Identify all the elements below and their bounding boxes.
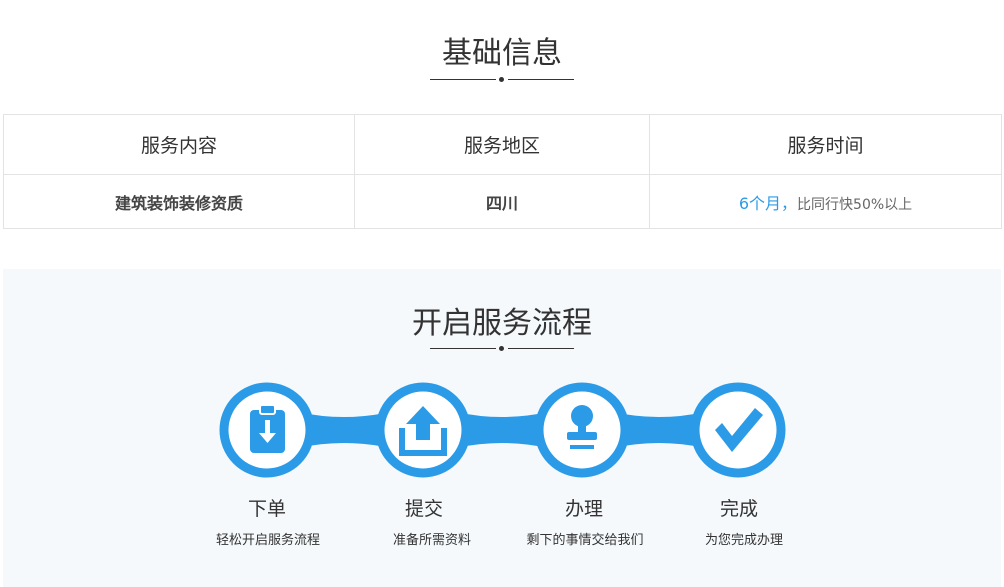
step-desc-process: 剩下的事情交给我们 [526, 533, 644, 548]
cell-service-region: 四川 [354, 174, 650, 229]
section-title-basic-info: 基础信息 [442, 36, 562, 71]
step-title-order: 下单 [247, 498, 286, 520]
step-title-process: 办理 [564, 498, 603, 520]
table-header-row: 服务内容 服务地区 服务时间 [3, 114, 1002, 175]
stamp-icon [534, 382, 630, 478]
cell-service-content: 建筑装饰装修资质 [3, 174, 355, 229]
title-divider [430, 76, 574, 84]
period-rest: 比同行快50%以上 [797, 196, 913, 213]
step-desc-order: 轻松开启服务流程 [215, 533, 320, 548]
cell-service-time: 6个月，比同行快50%以上 [649, 174, 1002, 229]
period-highlight: 6个月， [738, 193, 798, 213]
section-title-process: 开启服务流程 [412, 306, 592, 341]
checkmark-icon [690, 382, 786, 478]
header-service-region: 服务地区 [354, 114, 650, 175]
process-flow-graphic [219, 382, 786, 478]
service-info-table: 服务内容 服务地区 服务时间 建筑装饰装修资质 四川 6个月，比同行快50%以上 [3, 114, 1002, 229]
upload-icon [375, 382, 471, 478]
step-title-submit: 提交 [404, 498, 443, 520]
header-service-time: 服务时间 [649, 114, 1002, 175]
table-row: 建筑装饰装修资质 四川 6个月，比同行快50%以上 [3, 174, 1002, 229]
header-service-content: 服务内容 [3, 114, 355, 175]
step-desc-complete: 为您完成办理 [704, 533, 783, 548]
clipboard-download-icon [219, 382, 315, 478]
title-divider [430, 345, 574, 353]
step-title-complete: 完成 [719, 498, 758, 520]
